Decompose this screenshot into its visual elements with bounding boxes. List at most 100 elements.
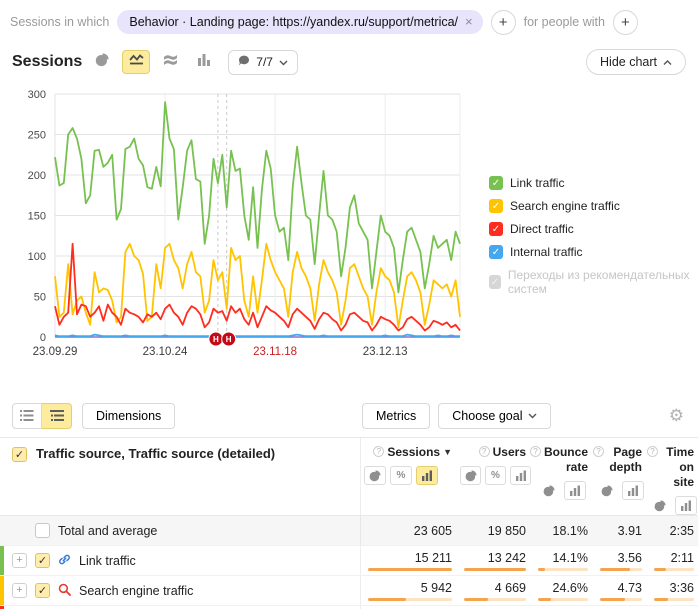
people-filter-label: for people with [524, 15, 605, 29]
table-row-total[interactable]: Total and average 23 605 19 850 18.1% 3.… [0, 516, 698, 546]
dimension-checkbox[interactable]: ✓ [12, 447, 27, 462]
search-icon [58, 583, 71, 599]
pie-toggle-button[interactable] [596, 481, 618, 500]
row-label: Link traffic [79, 554, 136, 568]
settings-gear-icon[interactable]: ⚙ [669, 406, 684, 426]
svg-text:23.10.24: 23.10.24 [143, 346, 188, 358]
legend-label: Direct traffic [510, 222, 574, 236]
chevron-down-icon [279, 55, 288, 69]
legend-label: Переходы из рекомендательных систем [508, 268, 698, 296]
table-header: ✓ Traffic source, Traffic source (detail… [0, 438, 698, 516]
bars-toggle-button[interactable] [510, 466, 531, 485]
legend-item-direct-traffic[interactable]: ✓ Direct traffic [489, 222, 698, 236]
line-chart-icon [129, 53, 144, 71]
yellow-checkbox-icon: ✓ [489, 199, 503, 213]
help-icon[interactable]: ? [479, 446, 490, 457]
column-header-page-depth[interactable]: ? Page depth [593, 445, 647, 475]
chart-canvas[interactable]: 05010015020025030023.09.2923.10.2423.11.… [0, 82, 475, 370]
time-on-site-value: 3:36 [647, 581, 698, 595]
hide-chart-label: Hide chart [600, 55, 657, 69]
chart-type-columns-button[interactable] [190, 50, 218, 74]
pie-toggle-button[interactable] [460, 466, 481, 485]
pie-toggle-button[interactable] [364, 466, 386, 485]
hide-chart-button[interactable]: Hide chart [586, 49, 686, 75]
help-icon[interactable]: ? [530, 446, 541, 457]
svg-text:H: H [226, 335, 232, 344]
column-header-time-on-site[interactable]: ? Time on site [647, 445, 698, 490]
svg-text:23.09.29: 23.09.29 [33, 346, 78, 358]
column-header-users[interactable]: ? Users [457, 445, 531, 460]
row-label: Total and average [58, 524, 157, 538]
sessions-value: 23 605 [361, 524, 457, 538]
stacked-area-icon [163, 53, 178, 71]
column-label: Sessions [387, 445, 440, 460]
chart-type-pie-button[interactable] [88, 50, 116, 74]
row-checkbox[interactable]: ✓ [35, 553, 50, 568]
pie-toggle-button[interactable] [649, 496, 671, 515]
flat-list-view-button[interactable] [12, 403, 42, 429]
help-icon[interactable]: ? [593, 446, 604, 457]
metrics-button[interactable]: Metrics [362, 403, 430, 429]
row-checkbox[interactable] [35, 523, 50, 538]
row-label: Search engine traffic [79, 584, 193, 598]
pie-toggle-button[interactable] [538, 481, 560, 500]
legend-item-search-engine-traffic[interactable]: ✓ Search engine traffic [489, 199, 698, 213]
bars-toggle-button[interactable] [675, 496, 697, 515]
percent-toggle-button[interactable]: % [485, 466, 506, 485]
column-header-sessions[interactable]: ? Sessions ▼ [361, 445, 457, 460]
choose-goal-label: Choose goal [452, 409, 522, 423]
page-depth-value: 4.73 [593, 581, 647, 595]
bars-toggle-button[interactable] [564, 481, 586, 500]
choose-goal-button[interactable]: Choose goal [438, 403, 551, 429]
chart-type-stacked-button[interactable] [156, 50, 184, 74]
legend-item-recommendation-systems[interactable]: ✓ Переходы из рекомендательных систем [489, 268, 698, 296]
chart-legend: ✓ Link traffic ✓ Search engine traffic ✓… [489, 176, 698, 305]
legend-label: Link traffic [510, 176, 564, 190]
table-row-link-traffic[interactable]: + ✓ Link traffic 15 211 13 242 14.1% 3.5… [0, 546, 698, 576]
column-header-bounce-rate[interactable]: ? Bounce rate [531, 445, 593, 475]
help-icon[interactable]: ? [647, 446, 658, 457]
table-row-search-engine-traffic[interactable]: + ✓ Search engine traffic 5 942 4 669 24… [0, 576, 698, 606]
dimensions-button[interactable]: Dimensions [82, 403, 175, 429]
annotations-dropdown[interactable]: 7/7 [228, 50, 298, 75]
row-accent-strip [0, 546, 4, 575]
sessions-value: 5 942 [361, 581, 457, 595]
svg-text:250: 250 [28, 130, 46, 142]
users-display-toggles: % [457, 466, 531, 485]
link-icon [58, 553, 71, 569]
remove-filter-icon[interactable]: × [465, 14, 473, 29]
chart-type-line-button[interactable] [122, 50, 150, 74]
bars-toggle-button[interactable] [622, 481, 644, 500]
page-depth-value: 3.91 [593, 524, 647, 538]
expand-row-button[interactable]: + [12, 583, 27, 598]
green-checkbox-icon: ✓ [489, 176, 503, 190]
bars-toggle-button[interactable] [416, 466, 438, 485]
legend-item-internal-traffic[interactable]: ✓ Internal traffic [489, 245, 698, 259]
svg-text:0: 0 [40, 332, 46, 344]
expand-row-button[interactable]: + [12, 553, 27, 568]
pie-chart-icon [95, 53, 109, 72]
users-value: 13 242 [457, 551, 531, 565]
tree-view-button[interactable] [42, 403, 72, 429]
sort-desc-icon: ▼ [443, 447, 452, 458]
metric-headers: ? Sessions ▼ % ? Users % ? [360, 438, 698, 515]
help-icon[interactable]: ? [373, 446, 384, 457]
gray-checkbox-icon: ✓ [489, 275, 501, 289]
dimension-header: ✓ Traffic source, Traffic source (detail… [0, 438, 360, 515]
row-checkbox[interactable]: ✓ [35, 583, 50, 598]
table-toolbar: Dimensions Metrics Choose goal ⚙ [0, 394, 698, 438]
tree-icon [50, 410, 64, 421]
bounce-rate-value: 24.6% [531, 581, 593, 595]
legend-label: Internal traffic [510, 245, 582, 259]
percent-toggle-button[interactable]: % [390, 466, 412, 485]
add-people-filter-button[interactable]: + [613, 10, 638, 35]
sessions-chart: 05010015020025030023.09.2923.10.2423.11.… [0, 82, 698, 370]
row-accent-strip [0, 576, 4, 605]
legend-item-link-traffic[interactable]: ✓ Link traffic [489, 176, 698, 190]
behavior-filter-chip[interactable]: Behavior · Landing page: https://yandex.… [117, 10, 482, 34]
add-session-filter-button[interactable]: + [491, 10, 516, 35]
svg-text:23.12.13: 23.12.13 [363, 346, 408, 358]
red-checkbox-icon: ✓ [489, 222, 503, 236]
svg-text:150: 150 [28, 211, 46, 223]
svg-text:200: 200 [28, 170, 46, 182]
